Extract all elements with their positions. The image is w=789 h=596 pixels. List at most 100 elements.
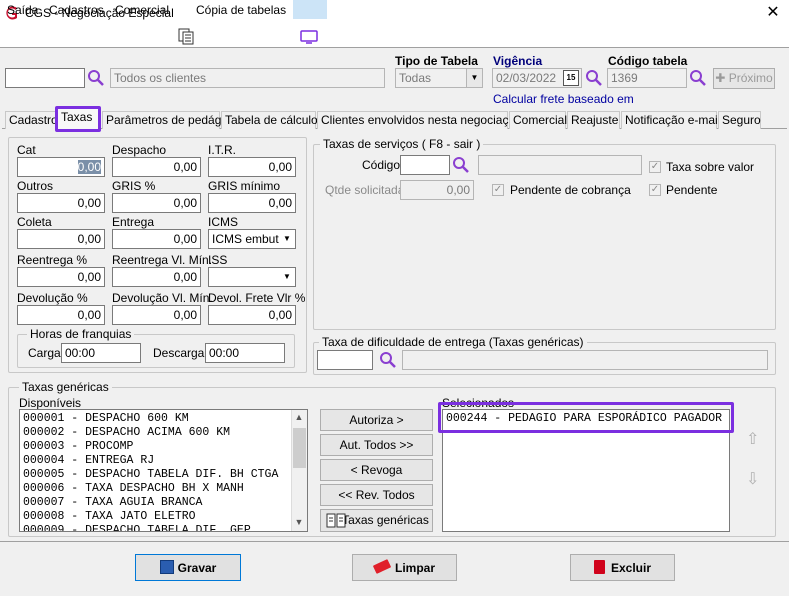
menu-copia-tabelas[interactable]: Cópia de tabelas	[196, 2, 286, 18]
search-codigo-icon[interactable]	[689, 69, 707, 87]
tab-cadastro[interactable]: Cadastro	[5, 111, 58, 129]
gris-label: GRIS %	[112, 179, 156, 193]
entrega-input[interactable]: 0,00	[112, 229, 201, 249]
menu-screen-button[interactable]	[293, 0, 327, 19]
pendente-cobranca-label: Pendente de cobrança	[510, 183, 631, 197]
pendente-cobranca-checkbox[interactable]: ✓	[492, 184, 504, 196]
move-up-icon[interactable]: ⇧	[746, 429, 759, 449]
carga-label: Carga	[28, 346, 61, 360]
outros-input[interactable]: 0,00	[17, 193, 105, 213]
pendente-checkbox[interactable]: ✓	[649, 184, 661, 196]
reentrega-pct-input[interactable]: 0,00	[17, 267, 105, 287]
list-item[interactable]: 000007 - TAXA AGUIA BRANCA	[20, 496, 307, 510]
proximo-button[interactable]: ✚ Próximo	[713, 68, 775, 89]
aut-todos-button[interactable]: Aut. Todos >>	[320, 434, 433, 456]
excluir-label: Excluir	[610, 561, 652, 575]
codigo-label: Código	[362, 158, 401, 172]
gris-input[interactable]: 0,00	[112, 193, 201, 213]
scroll-down-icon[interactable]: ▼	[292, 517, 306, 527]
cat-input[interactable]: 0,00	[17, 157, 105, 177]
menu-comercial[interactable]: Comercial	[115, 2, 169, 18]
tipo-tabela-value: Todas	[399, 71, 432, 85]
iss-label: ISS	[208, 253, 228, 267]
menu-bar	[0, 27, 789, 47]
tab-parametros-pedagio[interactable]: Parâmetros de pedágio	[102, 111, 231, 129]
franquias-title: Horas de franquias	[27, 327, 135, 341]
cat-label: Cat	[17, 143, 36, 157]
devolucao-pct-input[interactable]: 0,00	[17, 305, 105, 325]
service-code-input[interactable]	[400, 155, 450, 175]
gris-min-label: GRIS mínimo	[208, 179, 281, 193]
coleta-label: Coleta	[17, 215, 52, 229]
taxa-sobre-valor-label: Taxa sobre valor	[666, 160, 755, 174]
despacho-input[interactable]: 0,00	[112, 157, 201, 177]
vigencia-label: Vigência	[493, 54, 543, 68]
outros-label: Outros	[17, 179, 54, 193]
calendar-icon[interactable]: 15	[563, 70, 579, 86]
search-difficulty-icon[interactable]	[379, 351, 397, 369]
codigo-tabela-input[interactable]: 1369	[607, 68, 687, 88]
coleta-input[interactable]: 0,00	[17, 229, 105, 249]
devolucao-pct-label: Devolução %	[17, 291, 88, 305]
tab-seguro[interactable]: Seguro	[718, 111, 761, 129]
qtde-input[interactable]: 0,00	[400, 180, 474, 200]
tab-reajuste[interactable]: Reajuste	[567, 111, 620, 129]
icms-chevron-down-icon[interactable]: ▼	[279, 230, 295, 248]
services-title: Taxas de serviços ( F8 - sair )	[320, 137, 484, 151]
tab-comercial[interactable]: Comercial	[509, 111, 567, 129]
move-down-icon[interactable]: ⇩	[746, 469, 759, 489]
tab-clientes-envolvidos[interactable]: Clientes envolvidos nesta negociação	[317, 111, 522, 129]
tab-notificacao-email[interactable]: Notificação e-mail	[621, 111, 720, 129]
gravar-label: Gravar	[177, 561, 217, 575]
autoriza-button[interactable]: Autoriza >	[320, 409, 433, 431]
tipo-tabela-label: Tipo de Tabela	[395, 54, 478, 68]
list-item[interactable]: 000005 - DESPACHO TABELA DIF. BH CTGA	[20, 468, 307, 482]
devolucao-vl-label: Devolução Vl. Mín.	[112, 291, 213, 305]
list-item[interactable]: 000004 - ENTREGA RJ	[20, 454, 307, 468]
pendente-label: Pendente	[666, 183, 718, 197]
itr-input[interactable]: 0,00	[208, 157, 296, 177]
menu-cadastros[interactable]: Cadastros	[49, 2, 104, 18]
search-service-icon[interactable]	[452, 156, 470, 174]
search-vigencia-icon[interactable]	[585, 69, 603, 87]
client-code-input[interactable]	[5, 68, 85, 88]
carga-input[interactable]: 00:00	[61, 343, 141, 363]
descarga-input[interactable]: 00:00	[205, 343, 285, 363]
search-client-icon[interactable]	[87, 69, 105, 87]
menu-saida[interactable]: Saída	[7, 2, 38, 18]
limpar-label: Limpar	[394, 561, 435, 575]
plus-icon: ✚	[715, 71, 729, 85]
revoga-button[interactable]: < Revoga	[320, 459, 433, 481]
list-item[interactable]: 000006 - TAXA DESPACHO BH X MANH	[20, 482, 307, 496]
devol-frete-input[interactable]: 0,00	[208, 305, 296, 325]
list-item[interactable]: 000001 - DESPACHO 600 KM	[20, 412, 307, 426]
gravar-button[interactable]: Gravar	[135, 554, 241, 581]
list-item[interactable]: 000002 - DESPACHO ACIMA 600 KM	[20, 426, 307, 440]
devol-frete-label: Devol. Frete Vlr %	[208, 291, 306, 305]
devolucao-vl-input[interactable]: 0,00	[112, 305, 201, 325]
generic-fees-title: Taxas genéricas	[19, 380, 112, 394]
rev-todos-button[interactable]: << Rev. Todos	[320, 484, 433, 506]
scroll-thumb[interactable]	[293, 428, 306, 468]
close-icon[interactable]: ✕	[762, 2, 784, 24]
excluir-button[interactable]: Excluir	[570, 554, 675, 581]
list-item[interactable]: 000003 - PROCOMP	[20, 440, 307, 454]
scroll-up-icon[interactable]: ▲	[292, 412, 306, 422]
taxas-genericas-label: Taxas genéricas	[342, 513, 429, 527]
book-icon	[326, 513, 346, 528]
iss-chevron-down-icon[interactable]: ▼	[279, 268, 295, 286]
menu-separator	[0, 47, 789, 48]
taxa-sobre-valor-checkbox[interactable]: ✓	[649, 161, 661, 173]
reentrega-vl-input[interactable]: 0,00	[112, 267, 201, 287]
tab-tabela-calculo[interactable]: Tabela de cálculo	[221, 111, 318, 129]
available-list[interactable]: 000001 - DESPACHO 600 KM 000002 - DESPACH…	[19, 409, 308, 532]
difficulty-code-input[interactable]	[317, 350, 373, 370]
list-item[interactable]: 000009 - DESPACHO TABELA DIF. GEP	[20, 524, 307, 531]
list-item[interactable]: 000008 - TAXA JATO ELETRO	[20, 510, 307, 524]
taxas-tab-highlight	[55, 106, 101, 132]
icms-label: ICMS	[208, 215, 238, 229]
gris-min-input[interactable]: 0,00	[208, 193, 296, 213]
chevron-down-icon[interactable]: ▼	[466, 69, 482, 87]
calc-frete-link[interactable]: Calcular frete baseado em	[493, 92, 634, 106]
limpar-button[interactable]: Limpar	[352, 554, 457, 581]
